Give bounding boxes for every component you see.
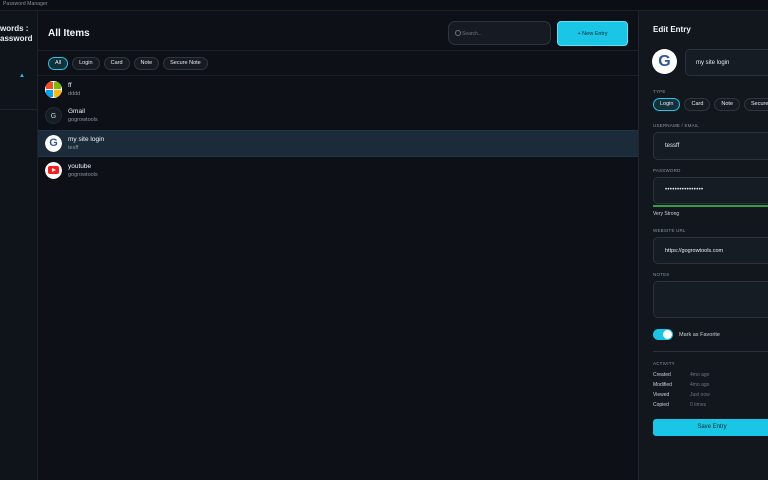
- activity-value: 0 times: [690, 402, 707, 408]
- g-letter-icon: G: [45, 107, 62, 124]
- activity-value: Just now: [690, 392, 710, 398]
- toggle-knob: [663, 330, 672, 339]
- item-username: gogrowtools: [68, 172, 98, 178]
- panel-divider: [653, 351, 768, 352]
- microsoft-icon: [45, 81, 62, 98]
- filter-login[interactable]: Login: [72, 57, 100, 70]
- item-username: tesff: [68, 145, 79, 151]
- search-input[interactable]: [462, 28, 548, 39]
- filter-card[interactable]: Card: [103, 57, 130, 70]
- notes-textarea[interactable]: [653, 281, 768, 318]
- type-secure[interactable]: Secure: [744, 98, 768, 111]
- activity-key: Copied: [653, 402, 669, 408]
- sidebar-brand: words : assword: [0, 24, 37, 44]
- activity-value: 4mo ago: [690, 372, 710, 378]
- filter-chips: All Login Card Note Secure Note: [48, 57, 208, 70]
- sidebar: words : assword ▲: [0, 11, 38, 480]
- new-entry-button[interactable]: + New Entry: [557, 21, 628, 46]
- collapse-caret-icon[interactable]: ▲: [19, 73, 25, 79]
- list-item[interactable]: G Gmail gogrowtools: [38, 103, 638, 130]
- password-field[interactable]: ••••••••••••••••: [653, 177, 768, 204]
- items-pane: All Items + New Entry All Login Card Not…: [38, 11, 638, 480]
- password-value: ••••••••••••••••: [665, 187, 704, 193]
- filter-note[interactable]: Note: [133, 57, 160, 70]
- panel-title: Edit Entry: [653, 25, 691, 34]
- edit-entry-panel: Edit Entry G my site login TYPE Login Ca…: [638, 11, 768, 480]
- gogrowtools-icon: G: [45, 135, 62, 152]
- item-name: Gmail: [68, 108, 85, 115]
- website-url-field[interactable]: https://gogrowtools.com: [653, 237, 768, 264]
- password-strength-fill: [653, 205, 768, 207]
- activity-key: Viewed: [653, 392, 670, 398]
- type-label: TYPE: [653, 89, 666, 94]
- filter-all[interactable]: All: [48, 57, 69, 70]
- type-selector: Login Card Note Secure: [653, 98, 768, 111]
- activity-value: 4mo ago: [690, 382, 710, 388]
- save-entry-button[interactable]: Save Entry: [653, 419, 768, 436]
- sidebar-brand-line2: assword: [0, 34, 33, 43]
- url-label: WEBSITE URL: [653, 228, 686, 233]
- notes-label: NOTES: [653, 272, 670, 277]
- password-strength-text: Very Strong: [653, 211, 680, 217]
- activity-label: ACTIVITY: [653, 361, 675, 366]
- username-label: USERNAME / EMAIL: [653, 123, 699, 128]
- username-value: tessff: [665, 143, 680, 149]
- favorite-toggle[interactable]: [653, 329, 673, 340]
- items-header: All Items + New Entry: [38, 11, 638, 51]
- favorite-label: Mark as Favorite: [679, 332, 720, 338]
- item-name: ff: [68, 82, 72, 89]
- filter-secure-note[interactable]: Secure Note: [163, 57, 208, 70]
- website-url-value: https://gogrowtools.com: [665, 248, 724, 254]
- item-name: my site login: [68, 136, 105, 143]
- search-icon: [455, 30, 461, 36]
- youtube-icon: [45, 162, 62, 179]
- item-name: youtube: [68, 163, 92, 170]
- list-item[interactable]: ff dddd: [38, 77, 638, 104]
- window-title: Password Manager: [3, 1, 48, 7]
- title-bar: Password Manager: [0, 0, 768, 11]
- list-item-selected[interactable]: G my site login tesff: [38, 130, 638, 157]
- item-username: dddd: [68, 91, 81, 97]
- type-card[interactable]: Card: [684, 98, 711, 111]
- type-note[interactable]: Note: [714, 98, 741, 111]
- list-item[interactable]: youtube gogrowtools: [38, 158, 638, 185]
- username-field[interactable]: tessff: [653, 132, 768, 160]
- entry-name-field[interactable]: my site login: [685, 49, 768, 76]
- password-strength-bar: [653, 205, 768, 207]
- activity-key: Created: [653, 372, 671, 378]
- page-title: All Items: [48, 28, 90, 39]
- list-divider: [38, 75, 638, 76]
- type-login[interactable]: Login: [653, 98, 681, 111]
- sidebar-brand-line1: words :: [0, 24, 29, 33]
- item-username: gogrowtools: [68, 117, 98, 123]
- sidebar-divider: [0, 109, 37, 110]
- entry-avatar-icon[interactable]: G: [652, 49, 677, 74]
- activity-key: Modified: [653, 382, 672, 388]
- password-label: PASSWORD: [653, 168, 681, 173]
- entry-name-value: my site login: [696, 60, 730, 66]
- search-box[interactable]: [448, 21, 551, 45]
